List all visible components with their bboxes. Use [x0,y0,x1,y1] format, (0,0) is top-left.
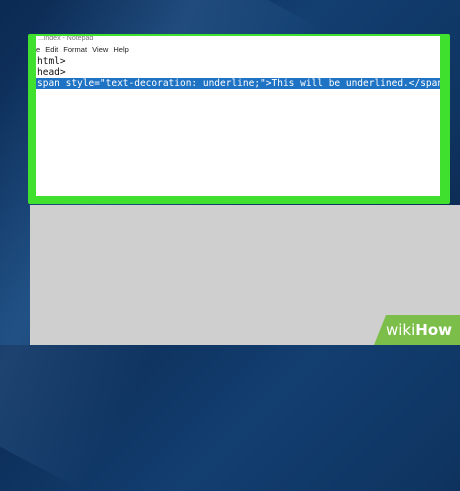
code-line[interactable]: head> [36,67,440,78]
menu-item-file[interactable]: e [36,45,40,54]
wikihow-watermark: wiki How [374,315,460,345]
watermark-wiki: wiki [385,321,416,339]
menu-item-view[interactable]: View [92,45,108,54]
watermark-how: How [415,321,452,339]
notepad-window: ...index - Notepad e Edit Format View He… [36,36,440,196]
window-title: ...index - Notepad [38,36,94,42]
text-editor-area[interactable]: html> head> span style="text-decoration:… [36,56,440,89]
selected-code-line[interactable]: span style="text-decoration: underline;"… [36,78,440,89]
menu-item-format[interactable]: Format [63,45,87,54]
code-line[interactable]: html> [36,56,440,67]
menu-bar: e Edit Format View Help [36,45,132,55]
menu-item-edit[interactable]: Edit [45,45,58,54]
menu-item-help[interactable]: Help [113,45,128,54]
